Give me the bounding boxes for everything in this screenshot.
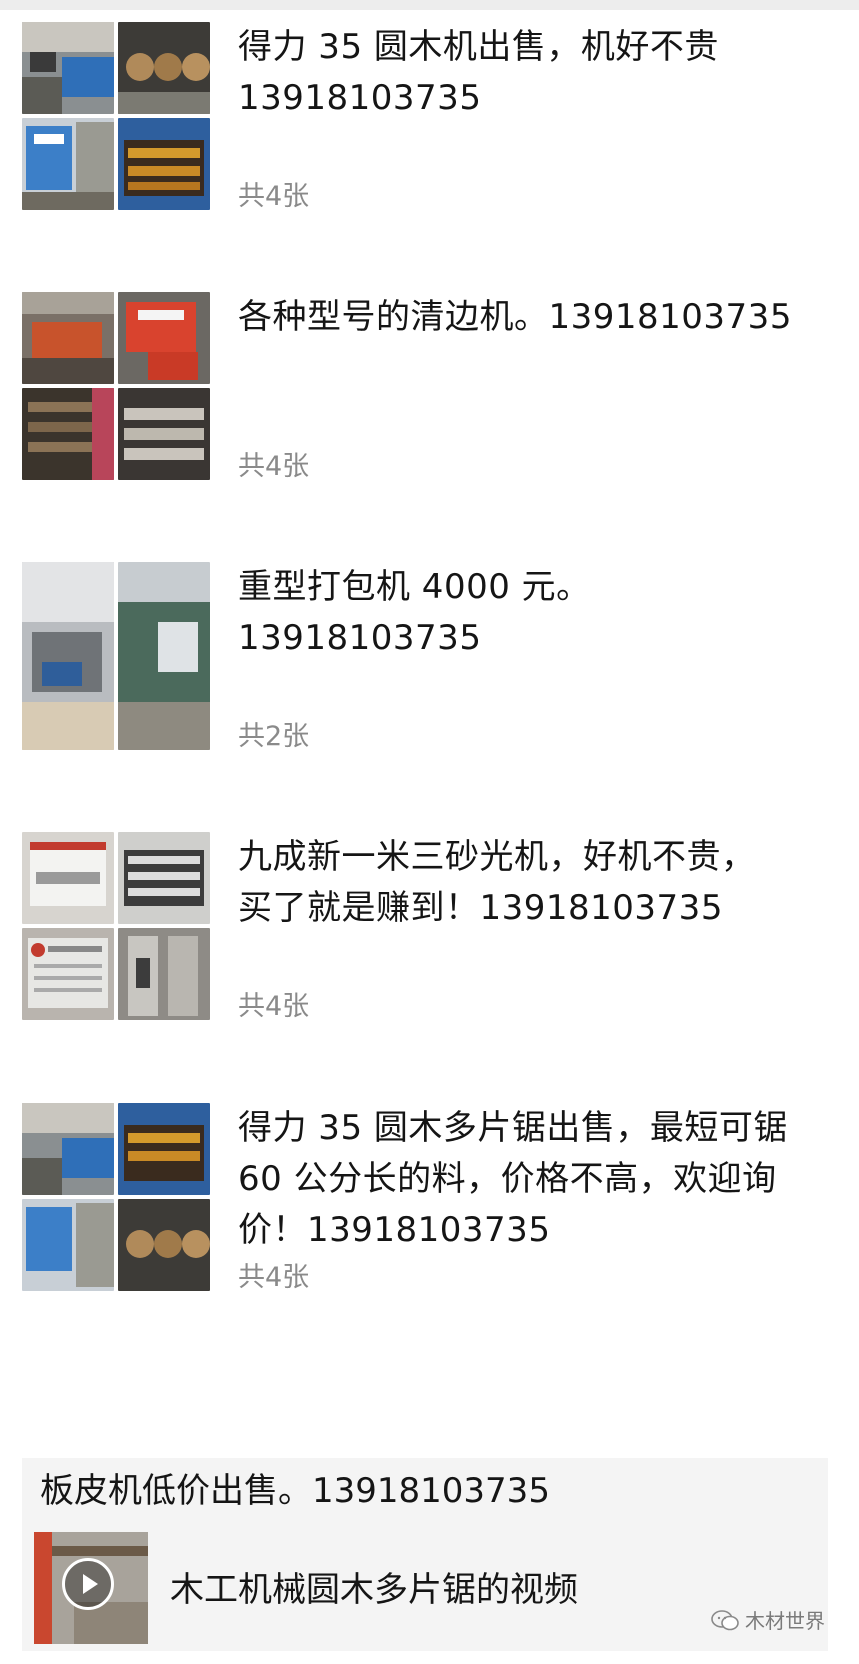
photo-count: 共2张 [238,721,310,752]
video-thumbnail[interactable] [34,1532,148,1644]
video-title: 木工机械圆木多片锯的视频 [170,1570,578,1610]
share-text: 板皮机低价出售。13918103735 [40,1471,550,1511]
photo-thumbnail[interactable] [22,562,114,750]
post-text: 各种型号的清边机。13918103735 [238,297,792,337]
photo-thumbnail[interactable] [118,832,210,924]
photo-thumbnail[interactable] [118,388,210,480]
post-text: 重型打包机 4000 元。 13918103735 [238,567,591,658]
photo-thumbnail[interactable] [22,22,114,114]
photo-thumbnail[interactable] [22,1199,114,1291]
photo-thumbnail[interactable] [118,1199,210,1291]
photo-thumbnail[interactable] [22,928,114,1020]
photo-count: 共4张 [238,451,310,482]
photo-thumbnail[interactable] [22,1103,114,1195]
photo-thumbnail[interactable] [118,928,210,1020]
photo-count: 共4张 [238,991,310,1022]
photo-thumbnail[interactable] [118,118,210,210]
shared-video-card[interactable]: 板皮机低价出售。13918103735 木工机械圆木多片锯的视频 [22,1458,828,1651]
photo-count: 共4张 [238,181,310,212]
watermark-label: 木材世界 [745,1609,825,1633]
photo-thumbnail[interactable] [22,292,114,384]
photo-thumbnail[interactable] [118,1103,210,1195]
wechat-icon [711,1609,739,1630]
post-text: 得力 35 圆木机出售，机好不贵 13918103735 [238,27,719,118]
play-icon[interactable] [62,1558,114,1610]
photo-count: 共4张 [238,1262,310,1293]
top-divider-bar [0,0,859,10]
watermark: 木材世界 [711,1605,825,1634]
photo-thumbnail[interactable] [22,388,114,480]
photo-thumbnail[interactable] [118,292,210,384]
post-text: 得力 35 圆木多片锯出售，最短可锯 60 公分长的料，价格不高，欢迎询 价！1… [238,1108,788,1250]
photo-thumbnail[interactable] [22,832,114,924]
photo-thumbnail[interactable] [22,118,114,210]
post-text: 九成新一米三砂光机，好机不贵， 买了就是赚到！13918103735 [238,837,756,928]
photo-thumbnail[interactable] [118,22,210,114]
photo-thumbnail[interactable] [118,562,210,750]
